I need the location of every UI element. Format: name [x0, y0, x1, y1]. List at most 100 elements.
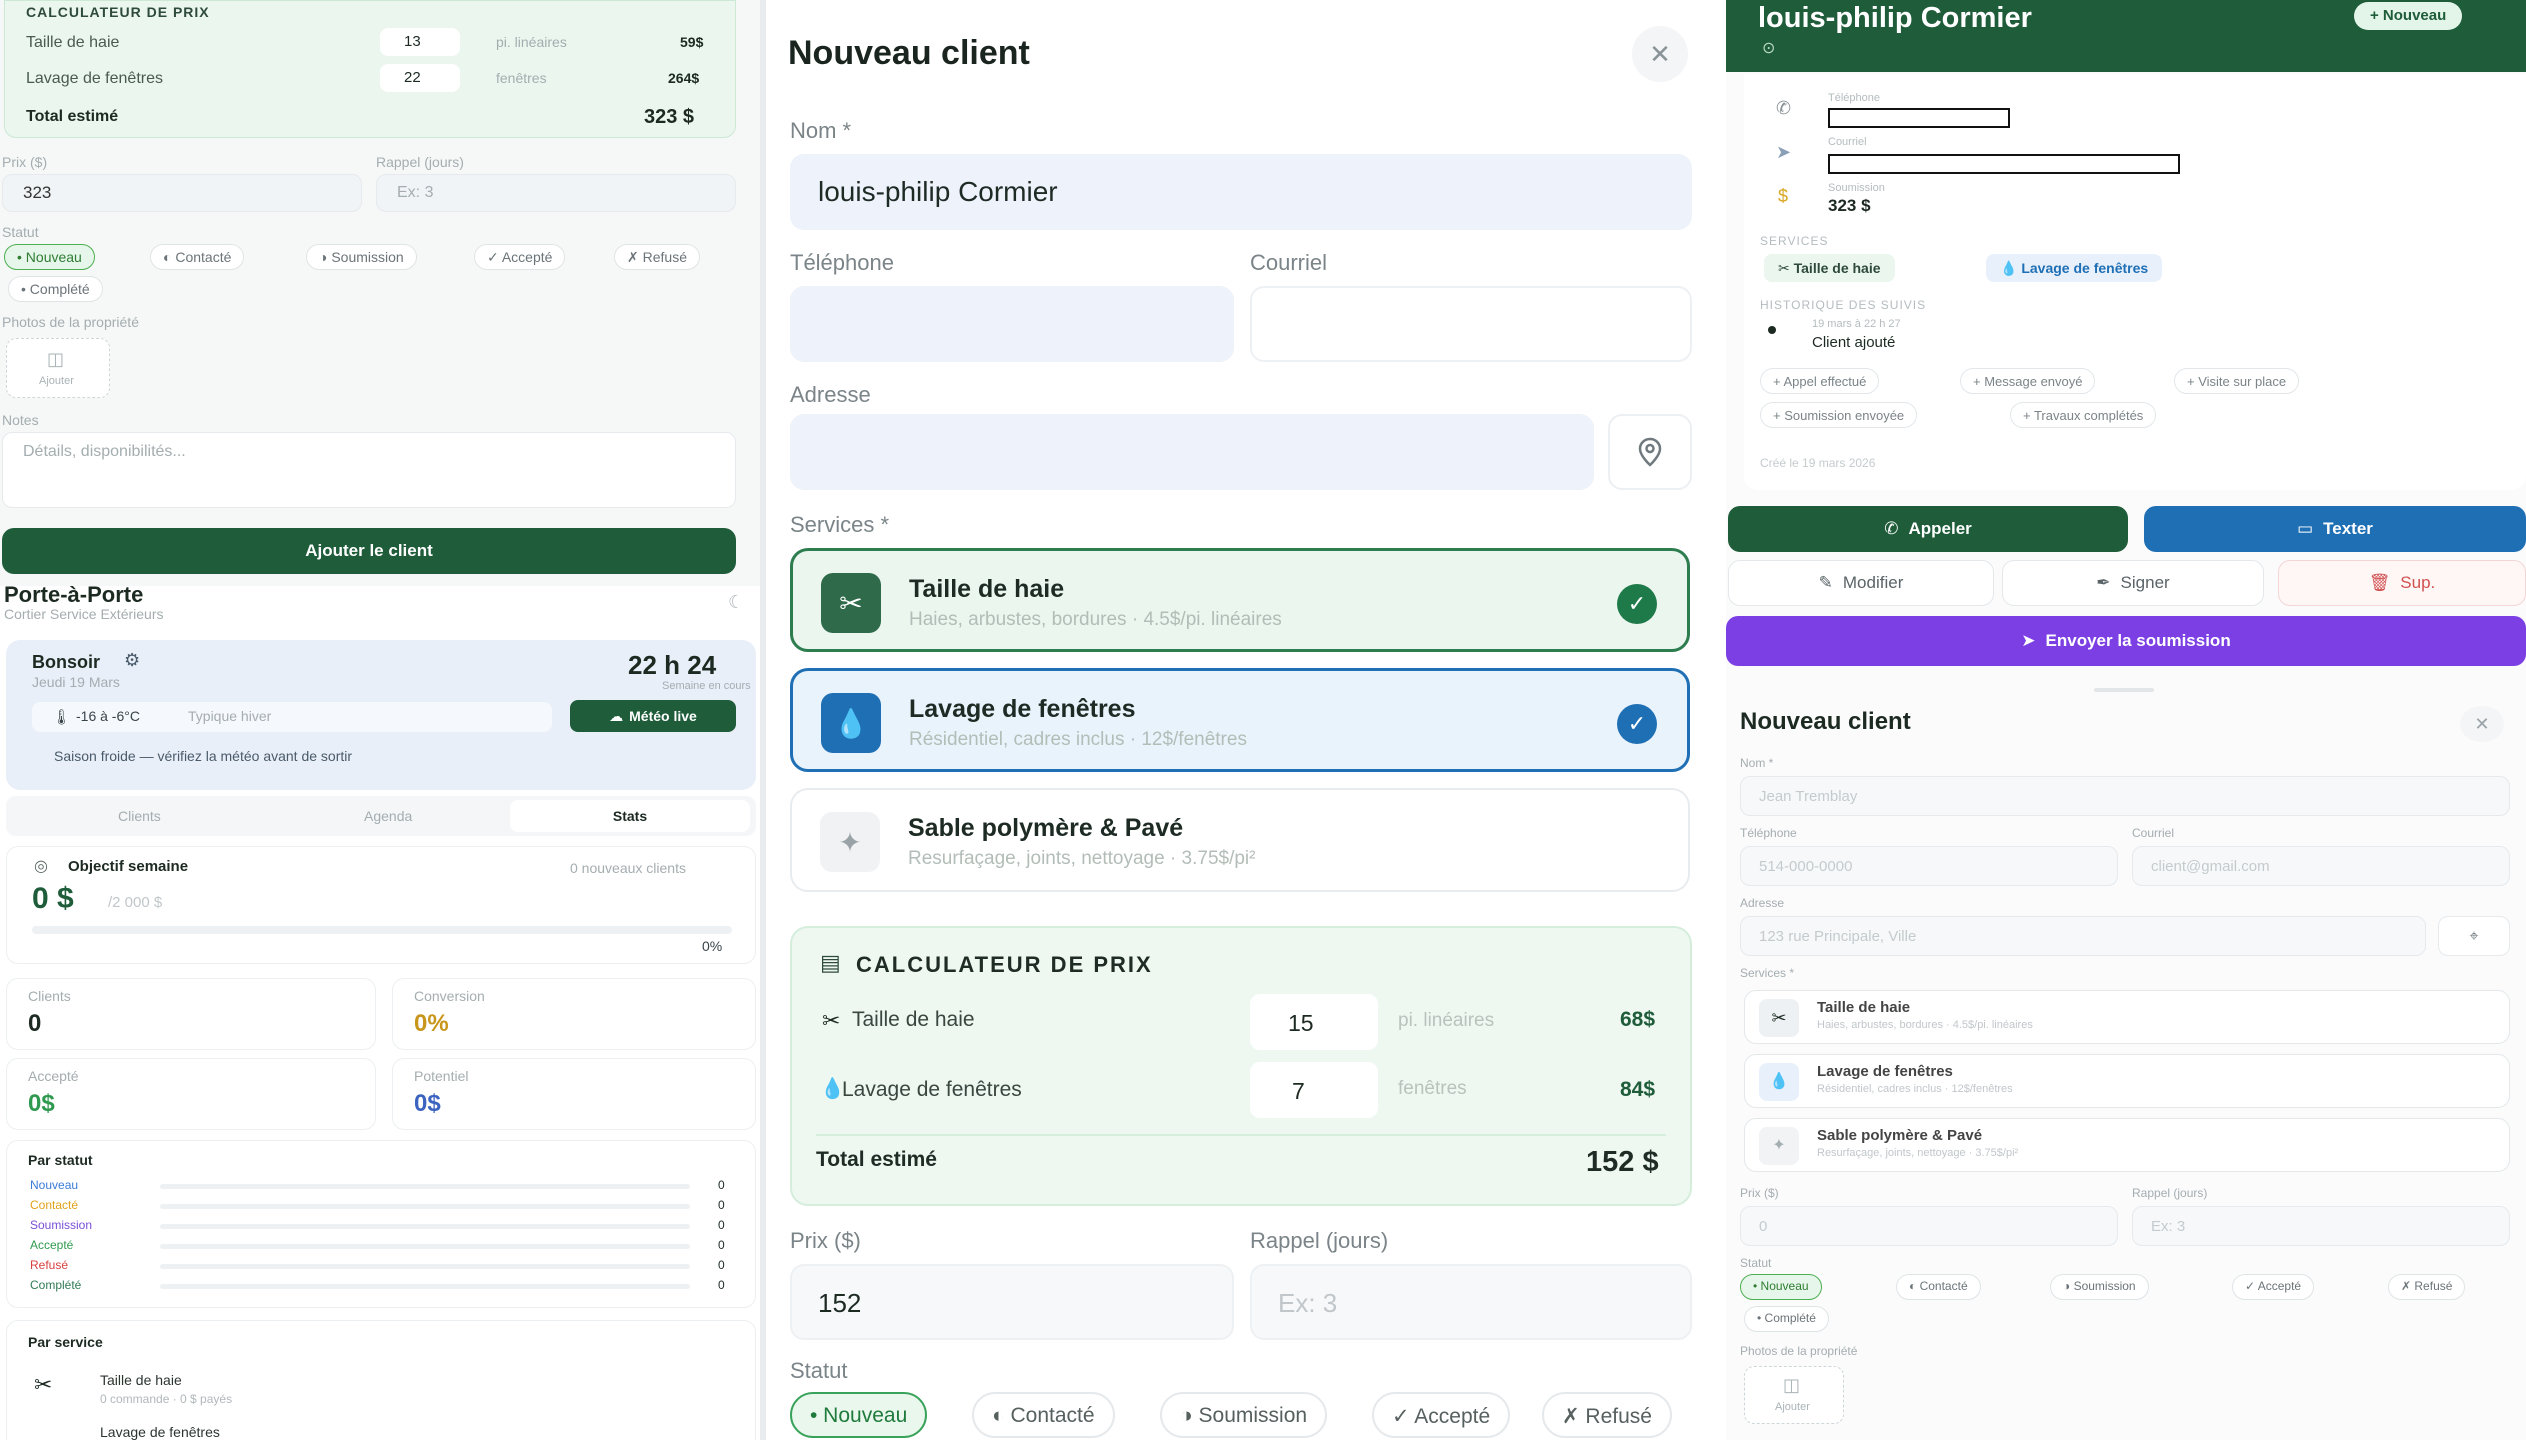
status-chip-contacte[interactable]: ◐ Contacté	[150, 244, 245, 270]
calc-qty-input[interactable]: 15	[1250, 994, 1378, 1050]
weather-live-button[interactable]: ☁ Météo live	[570, 700, 736, 732]
prix-input[interactable]: 152	[790, 1264, 1234, 1340]
calc-qty-input[interactable]: 7	[1250, 1062, 1378, 1118]
tab-agenda[interactable]: Agenda	[364, 808, 412, 824]
status-chip-contacte[interactable]: ◐ Contacté	[1896, 1274, 1981, 1300]
status-chip-complete[interactable]: • Complété	[1744, 1306, 1829, 1332]
close-icon[interactable]: ✕	[1632, 26, 1688, 82]
sign-button[interactable]: ✒ Signer	[2002, 560, 2264, 606]
paver-icon: ✦	[1759, 1127, 1799, 1165]
services-label: Services *	[1740, 966, 1795, 980]
call-button[interactable]: ✆ Appeler	[1728, 506, 2128, 552]
map-pin-icon[interactable]: ⌖	[2438, 916, 2510, 956]
water-drop-icon: 💧	[821, 693, 881, 753]
service-option-sable[interactable]: ✦ Sable polymère & Pavé Resurfaçage, joi…	[790, 788, 1690, 892]
add-client-button[interactable]: Ajouter le client	[2, 528, 736, 574]
prix-input[interactable]: 0	[1740, 1206, 2118, 1246]
service-option-haie[interactable]: ✂ Taille de haie Haies, arbustes, bordur…	[790, 548, 1690, 652]
add-photo-button[interactable]: ◫ Ajouter	[1744, 1366, 1844, 1424]
calc-unit: pi. linéaires	[496, 34, 567, 50]
telephone-input[interactable]	[790, 286, 1234, 362]
action-chip[interactable]: + Travaux complétés	[2010, 402, 2157, 428]
service-option-haie[interactable]: ✂ Taille de haie Haies, arbustes, bordur…	[1744, 990, 2510, 1044]
adresse-input[interactable]: 123 rue Principale, Ville	[1740, 916, 2426, 956]
action-chip[interactable]: + Visite sur place	[2174, 368, 2300, 394]
status-chip-nouveau[interactable]: • Nouveau	[1740, 1274, 1822, 1300]
divider	[816, 1134, 1666, 1136]
goal-pct: 0%	[702, 938, 723, 954]
action-chip[interactable]: + Appel effectué	[1760, 368, 1880, 394]
status-chip-soumission[interactable]: ◑ Soumission	[1160, 1392, 1328, 1438]
statut-row-bar	[160, 1184, 690, 1189]
service-option-fenetres[interactable]: 💧 Lavage de fenêtres Résidentiel, cadres…	[1744, 1054, 2510, 1108]
status-chip-refuse[interactable]: ✗ Refusé	[1542, 1392, 1672, 1438]
edit-icon: ✎	[1818, 573, 1833, 592]
clock: 22 h 24	[628, 650, 717, 680]
status-chip-accepte[interactable]: ✓ Accepté	[1372, 1392, 1511, 1438]
status-chip-soumission[interactable]: ◑ Soumission	[306, 244, 417, 270]
send-quote-button[interactable]: ➤ Envoyer la soumission	[1726, 616, 2526, 666]
action-chip[interactable]: + Message envoyé	[1960, 368, 2096, 394]
left-panel: CALCULATEUR DE PRIX Taille de haie 13 pi…	[0, 0, 760, 1440]
action-chip[interactable]: + Soumission envoyée	[1760, 402, 1918, 428]
greeting: Bonsoir	[32, 652, 101, 672]
app-title: Porte-à-Porte	[4, 582, 144, 607]
calculator-icon: ▤	[820, 950, 841, 975]
status-chip-complete[interactable]: • Complété	[8, 276, 103, 302]
tab-clients[interactable]: Clients	[118, 808, 161, 824]
rappel-input[interactable]: Ex: 3	[1250, 1264, 1692, 1340]
status-chip-refuse[interactable]: ✗ Refusé	[2388, 1274, 2466, 1300]
status-chip-soumission[interactable]: ◑ Soumission	[2050, 1274, 2149, 1300]
statut-row-label: Soumission	[30, 1218, 93, 1232]
courriel-input[interactable]	[1250, 286, 1692, 362]
service-subtitle: Haies, arbustes, bordures · 4.5$/pi. lin…	[1817, 1019, 2033, 1031]
text-button[interactable]: ▭ Texter	[2144, 506, 2526, 552]
telephone-input[interactable]: 514-000-0000	[1740, 846, 2118, 886]
status-chip-nouveau[interactable]: • Nouveau	[790, 1392, 928, 1438]
statut-row-bar	[160, 1284, 690, 1289]
status-chip-contacte[interactable]: ◐ Contacté	[972, 1392, 1115, 1438]
courriel-label: Courriel	[1250, 250, 1328, 275]
courriel-value[interactable]	[1828, 154, 2180, 174]
send-quote-label: Envoyer la soumission	[2045, 631, 2231, 650]
drag-handle[interactable]	[2094, 688, 2154, 692]
timeline-dot	[1768, 326, 1776, 334]
status-chip-accepte[interactable]: ✓ Accepté	[474, 244, 566, 270]
nom-input[interactable]: Jean Tremblay	[1740, 776, 2510, 816]
nom-input[interactable]: louis-philip Cormier	[790, 154, 1692, 230]
service-option-sable[interactable]: ✦ Sable polymère & Pavé Resurfaçage, joi…	[1744, 1118, 2510, 1172]
close-icon[interactable]: ✕	[2460, 706, 2504, 742]
rappel-input[interactable]: Ex: 3	[376, 174, 736, 212]
delete-button[interactable]: 🗑 Sup.	[2278, 560, 2526, 606]
status-chip-accepte[interactable]: ✓ Accepté	[2232, 1274, 2315, 1300]
adresse-input[interactable]	[790, 414, 1594, 490]
calc-total-label: Total estimé	[26, 108, 119, 125]
status-chip-nouveau[interactable]: • Nouveau	[4, 244, 95, 270]
add-photo-button[interactable]: ◫ Ajouter	[6, 338, 110, 398]
status-chip-refuse[interactable]: ✗ Refusé	[614, 244, 700, 270]
theme-toggle-icon[interactable]: ☾	[728, 592, 744, 613]
edit-button[interactable]: ✎ Modifier	[1728, 560, 1994, 606]
statut-label: Statut	[1740, 1256, 1772, 1270]
service-title: Lavage de fenêtres	[1817, 1063, 1953, 1080]
sign-label: Signer	[2120, 573, 2170, 592]
rappel-input[interactable]: Ex: 3	[2132, 1206, 2510, 1246]
location-pin-button[interactable]	[1608, 414, 1692, 490]
calc-qty-input[interactable]: 13	[380, 28, 460, 56]
add-photo-label: Ajouter	[1775, 1401, 1810, 1413]
calc-qty-input[interactable]: 22	[380, 64, 460, 92]
hedge-trimmer-icon: ✂	[821, 573, 881, 633]
notes-label: Notes	[2, 412, 39, 428]
add-photo-label: Ajouter	[39, 375, 74, 387]
service-option-fenetres[interactable]: 💧 Lavage de fenêtres Résidentiel, cadres…	[790, 668, 1690, 772]
notes-textarea[interactable]: Détails, disponibilités...	[2, 432, 736, 508]
prix-input[interactable]: 323	[2, 174, 362, 212]
tab-stats[interactable]: Stats	[510, 800, 750, 832]
service-subtitle: Résidentiel, cadres inclus · 12$/fenêtre…	[1817, 1083, 2013, 1095]
adresse-label: Adresse	[1740, 896, 1785, 910]
telephone-value[interactable]	[1828, 108, 2010, 128]
courriel-input[interactable]: client@gmail.com	[2132, 846, 2510, 886]
statut-row-value: 0	[718, 1198, 725, 1212]
clock-sub: Semaine en cours	[662, 680, 751, 692]
calc-price: 68$	[1620, 1008, 1656, 1031]
